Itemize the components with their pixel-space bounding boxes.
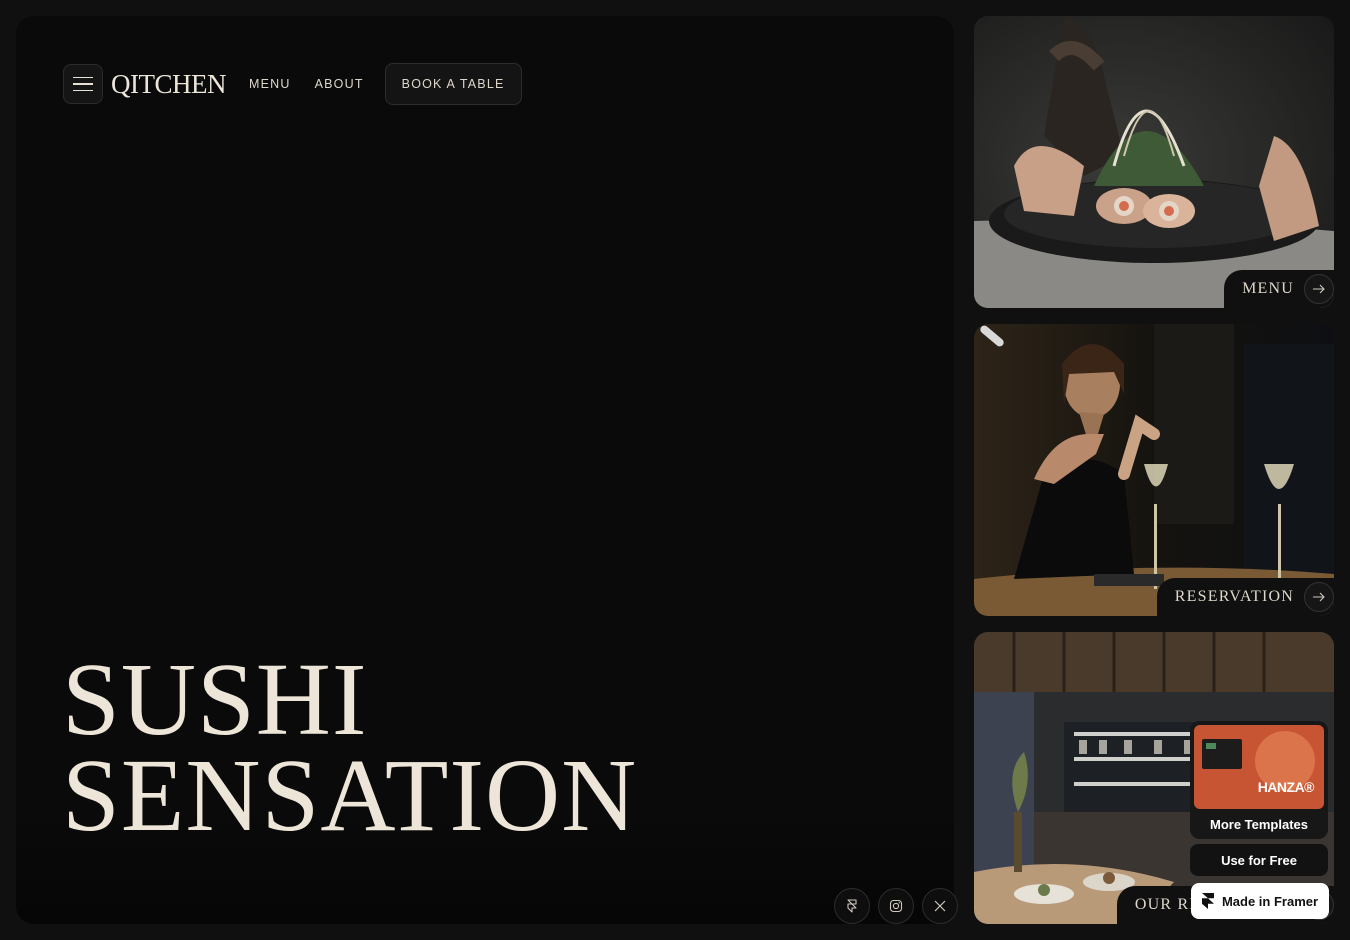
- more-templates-button[interactable]: More Templates: [1190, 811, 1328, 837]
- framer-icon: [847, 899, 857, 913]
- book-a-table-button[interactable]: BOOK A TABLE: [384, 63, 522, 105]
- restaurant-guest-photo: [974, 324, 1334, 616]
- x-social-button[interactable]: [922, 888, 958, 924]
- hamburger-line: [73, 83, 93, 85]
- headline-line-2: SENSATION: [62, 738, 638, 853]
- nav-link-menu[interactable]: MENU: [249, 77, 291, 91]
- menu-card-title: MENU: [1242, 280, 1294, 297]
- template-promo-card[interactable]: HANZA® More Templates: [1190, 721, 1328, 839]
- made-in-framer-label: Made in Framer: [1221, 893, 1319, 909]
- reservation-card[interactable]: RESERVATION: [974, 324, 1334, 616]
- menu-arrow-button[interactable]: [1304, 274, 1334, 304]
- reservation-arrow-button[interactable]: [1304, 582, 1334, 612]
- menu-card[interactable]: MENU: [974, 16, 1334, 308]
- hamburger-menu-button[interactable]: [63, 64, 103, 104]
- social-links: [834, 888, 958, 924]
- x-icon: [934, 900, 946, 912]
- instagram-social-button[interactable]: [878, 888, 914, 924]
- hamburger-line: [73, 89, 93, 92]
- menu-card-label: MENU: [1224, 270, 1334, 308]
- top-nav: QITCHEN MENU ABOUT BOOK A TABLE: [63, 63, 522, 105]
- framer-social-button[interactable]: [834, 888, 870, 924]
- reservation-card-label: RESERVATION: [1156, 578, 1334, 616]
- sushi-plate-photo: [974, 16, 1334, 308]
- arrow-right-icon: [1313, 592, 1325, 602]
- nav-link-about[interactable]: ABOUT: [315, 77, 364, 91]
- hero-headline: SUSHI SENSATION: [62, 642, 638, 853]
- instagram-icon: [889, 899, 903, 913]
- hanza-brand: HANZA®: [1257, 779, 1315, 795]
- headline-line-1: SUSHI: [62, 642, 368, 757]
- framer-logo-icon: [1201, 893, 1214, 909]
- made-in-framer-badge[interactable]: Made in Framer: [1191, 883, 1329, 919]
- reservation-card-title: RESERVATION: [1174, 588, 1294, 605]
- logo[interactable]: QITCHEN: [111, 69, 226, 100]
- arrow-right-icon: [1313, 284, 1325, 294]
- hamburger-line: [73, 76, 93, 79]
- use-for-free-button[interactable]: Use for Free: [1190, 844, 1328, 876]
